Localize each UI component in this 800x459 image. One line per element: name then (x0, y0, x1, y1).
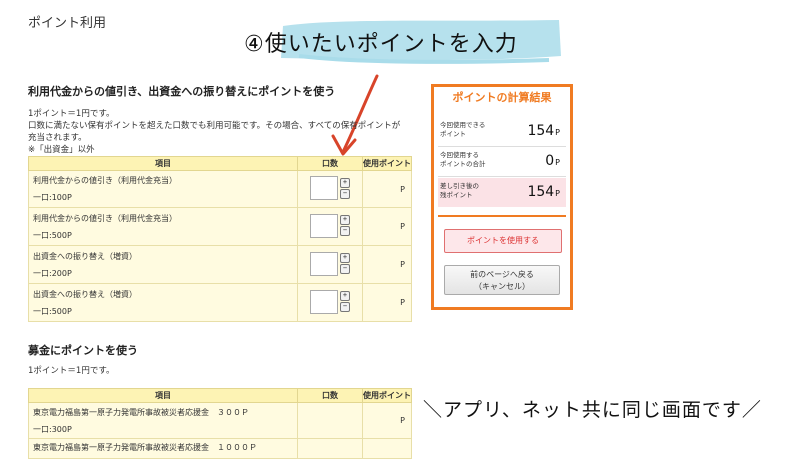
row-item-cell: 出資金への振り替え（増資） 一口:500P (28, 283, 298, 322)
qty-cell: + − (297, 207, 363, 246)
summary-label-line: 今回使用できる (440, 121, 486, 129)
row-name: 出資金への振り替え（増資） (33, 251, 137, 261)
used-points-cell: P (362, 207, 412, 246)
used-points-cell (362, 438, 412, 459)
note-line: 1ポイント＝1円です。 (28, 109, 115, 119)
row-unit: 一口:300P (33, 424, 72, 434)
value-number: 154 (527, 123, 555, 139)
column-header-item: 項目 (28, 388, 298, 403)
summary-label-line: 今回使用する (440, 151, 479, 159)
summary-value: 154P (527, 123, 560, 139)
section2-heading: 募金にポイントを使う (28, 344, 138, 357)
decrement-button[interactable]: − (340, 226, 350, 236)
row-item-cell: 東京電力福島第一原子力発電所事故被災者応援金 １０００Ｐ (28, 438, 298, 459)
row-name: 出資金への振り替え（増資） (33, 289, 137, 299)
summary-label-line: 差し引き後の (440, 182, 479, 190)
value-number: 154 (527, 184, 555, 200)
quantity-input[interactable] (310, 289, 338, 314)
summary-label-line: ポイントの合計 (440, 160, 486, 168)
page-title: ポイント利用 (28, 16, 107, 31)
donation-table: 項目 口数 使用ポイント 東京電力福島第一原子力発電所事故被災者応援金 ３００Ｐ… (28, 388, 412, 459)
column-header-qty: 口数 (297, 388, 363, 403)
back-cancel-button[interactable]: 前のページへ戻る （キャンセル） (444, 265, 560, 295)
qty-cell: + − (297, 283, 363, 322)
summary-label: 今回使用できる ポイント (440, 121, 485, 139)
annotation-top: ④使いたいポイントを入力 (244, 32, 518, 57)
row-name: 東京電力福島第一原子力発電所事故被災者応援金 ３００Ｐ (33, 407, 249, 417)
row-unit: 一口:500P (33, 306, 72, 316)
table-row: 東京電力福島第一原子力発電所事故被災者応援金 １０００Ｐ (28, 438, 412, 459)
divider (438, 215, 566, 217)
value-unit: P (555, 158, 560, 167)
row-unit: 一口:200P (33, 268, 72, 278)
note-line: 充当されます。 (28, 133, 87, 143)
quantity-input[interactable] (310, 176, 338, 200)
row-item-cell: 出資金への振り替え（増資） 一口:200P (28, 245, 298, 284)
row-item-cell: 東京電力福島第一原子力発電所事故被災者応援金 ３００Ｐ 一口:300P (28, 402, 298, 439)
decrement-button[interactable]: − (340, 302, 350, 312)
summary-row-available: 今回使用できる ポイント 154P (438, 117, 566, 147)
summary-label: 差し引き後の 残ポイント (440, 182, 479, 200)
increment-button[interactable]: + (340, 177, 350, 188)
qty-cell: + − (297, 170, 363, 208)
summary-value: 154P (527, 184, 560, 200)
row-unit: 一口:100P (33, 193, 72, 202)
row-name: 利用代金からの値引き（利用代金充当） (33, 213, 177, 223)
table-header-row: 項目 口数 使用ポイント (28, 388, 412, 403)
decrement-button[interactable]: − (340, 188, 350, 199)
row-item-cell: 利用代金からの値引き（利用代金充当） 一口:100P (28, 170, 298, 208)
increment-button[interactable]: + (340, 215, 350, 225)
summary-label: 今回使用する ポイントの合計 (440, 151, 486, 169)
summary-title: ポイントの計算結果 (452, 91, 552, 104)
summary-row-remaining: 差し引き後の 残ポイント 154P (438, 178, 566, 207)
used-points-cell: P (362, 245, 412, 284)
summary-value: 0P (545, 153, 560, 169)
value-unit: P (555, 189, 560, 198)
column-header-used: 使用ポイント (362, 388, 412, 403)
row-name: 利用代金からの値引き（利用代金充当） (33, 176, 177, 185)
note-line: ※「出資金」以外 (28, 145, 95, 155)
row-item-cell: 利用代金からの値引き（利用代金充当） 一口:500P (28, 207, 298, 246)
back-button-line: （キャンセル） (474, 282, 530, 291)
table-header-row: 項目 口数 使用ポイント (28, 156, 412, 171)
column-header-used: 使用ポイント (362, 156, 412, 171)
section1-heading: 利用代金からの値引き、出資金への振り替えにポイントを使う (28, 85, 336, 98)
use-points-button[interactable]: ポイントを使用する (444, 229, 562, 253)
points-summary-panel: ポイントの計算結果 今回使用できる ポイント 154P 今回使用する ポイントの… (431, 84, 573, 310)
decrement-button[interactable]: − (340, 264, 350, 274)
value-number: 0 (545, 153, 555, 169)
table-row: 出資金への振り替え（増資） 一口:500P + − P (28, 283, 412, 322)
summary-label-line: 残ポイント (440, 191, 473, 199)
used-points-cell: P (362, 402, 412, 439)
row-name: 東京電力福島第一原子力発電所事故被災者応援金 １０００Ｐ (33, 443, 257, 452)
column-header-item: 項目 (28, 156, 298, 171)
increment-button[interactable]: + (340, 291, 350, 301)
table-row: 利用代金からの値引き（利用代金充当） 一口:500P + − P (28, 207, 412, 246)
summary-row-total: 今回使用する ポイントの合計 0P (438, 147, 566, 177)
section2-note: 1ポイント＝1円です。 (28, 366, 115, 376)
annotation-bottom: ＼アプリ、ネット共に同じ画面です／ (423, 399, 762, 421)
used-points-cell: P (362, 283, 412, 322)
table-row: 利用代金からの値引き（利用代金充当） 一口:100P + − P (28, 170, 412, 208)
qty-cell (297, 438, 363, 459)
quantity-input[interactable] (310, 251, 338, 276)
back-button-line: 前のページへ戻る (470, 270, 534, 279)
qty-cell (297, 402, 363, 439)
table-row: 出資金への振り替え（増資） 一口:200P + − P (28, 245, 412, 284)
section1-notes: 1ポイント＝1円です。 口数に満たない保有ポイントを超えた口数でも利用可能です。… (28, 108, 413, 156)
column-header-qty: 口数 (297, 156, 363, 171)
table-row: 東京電力福島第一原子力発電所事故被災者応援金 ３００Ｐ 一口:300P P (28, 402, 412, 439)
row-unit: 一口:500P (33, 230, 72, 240)
used-points-cell: P (362, 170, 412, 208)
summary-label-line: ポイント (440, 130, 466, 138)
increment-button[interactable]: + (340, 253, 350, 263)
qty-cell: + − (297, 245, 363, 284)
value-unit: P (555, 128, 560, 137)
points-table: 項目 口数 使用ポイント 利用代金からの値引き（利用代金充当） 一口:100P … (28, 156, 412, 322)
quantity-input[interactable] (310, 213, 338, 238)
note-line: 口数に満たない保有ポイントを超えた口数でも利用可能です。その場合、すべての保有ポ… (28, 121, 401, 131)
